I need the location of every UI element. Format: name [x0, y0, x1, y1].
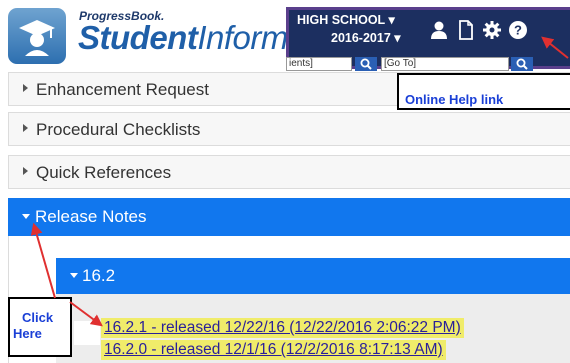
click-here-line1: Click: [22, 310, 54, 325]
svg-text:?: ?: [514, 23, 522, 38]
search-icon: [516, 58, 528, 70]
release-link-16-2-1[interactable]: 16.2.1 - released 12/22/16 (12/22/2016 2…: [101, 318, 464, 338]
goto-input[interactable]: [Go To]: [381, 57, 509, 71]
gear-icon[interactable]: [482, 20, 502, 40]
progressbook-logo[interactable]: [8, 8, 66, 64]
accordion-quick-references[interactable]: Quick References: [8, 155, 570, 189]
version-accordion-16-2[interactable]: 16.2: [56, 258, 570, 294]
document-icon[interactable]: [456, 20, 476, 40]
caret-right-icon: [23, 124, 28, 132]
release-link-16-2-0[interactable]: 16.2.0 - released 12/1/16 (12/2/2016 8:1…: [101, 340, 446, 360]
goto-search-button[interactable]: [511, 57, 533, 71]
brand-title-bold: Student: [78, 19, 198, 56]
online-help-callout-text: Online Help link: [405, 92, 504, 107]
accordion-label: Release Notes: [35, 207, 147, 226]
user-icon[interactable]: [429, 20, 449, 40]
caret-down-icon: [22, 214, 30, 219]
caret-right-icon: [23, 84, 28, 92]
brand-title: StudentInforma: [78, 19, 306, 57]
school-selector[interactable]: HIGH SCHOOL ▾: [297, 12, 395, 27]
online-help-callout: Online Help link: [397, 73, 570, 110]
accordion-label: Enhancement Request: [36, 80, 209, 99]
caret-right-icon: [23, 167, 28, 175]
caret-down-icon: [70, 273, 78, 278]
version-label: 16.2: [82, 266, 116, 285]
help-icon[interactable]: ?: [508, 20, 528, 40]
graduate-icon: [19, 20, 55, 56]
click-here-line2: Here: [13, 326, 42, 341]
callout-backdrop: [74, 321, 100, 345]
student-search-button[interactable]: [355, 57, 377, 71]
student-search-input[interactable]: ients]: [286, 57, 352, 71]
accordion-procedural-checklists[interactable]: Procedural Checklists: [8, 112, 570, 146]
accordion-label: Procedural Checklists: [36, 120, 201, 139]
top-control-bar: HIGH SCHOOL ▾ 2016-2017 ▾ ? ients] [Go T…: [286, 7, 570, 71]
click-here-callout: Click Here: [8, 297, 72, 357]
accordion-release-notes[interactable]: Release Notes: [8, 198, 570, 236]
year-selector[interactable]: 2016-2017 ▾: [331, 30, 401, 45]
search-icon: [360, 58, 372, 70]
accordion-label: Quick References: [36, 163, 172, 182]
